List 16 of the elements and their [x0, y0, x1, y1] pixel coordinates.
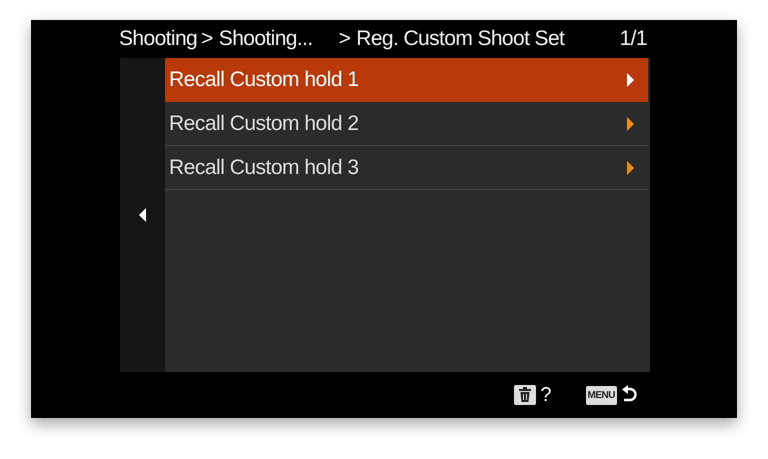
help-mark: ? — [540, 384, 552, 406]
right-arrow-icon — [627, 116, 634, 130]
left-arrow-icon[interactable] — [139, 208, 146, 222]
menu-item[interactable]: Recall Custom hold 3 — [165, 146, 648, 190]
breadcrumb-separator: > — [338, 27, 350, 51]
breadcrumb-item: Reg. Custom Shoot Set — [356, 27, 564, 51]
right-arrow-icon — [627, 72, 634, 86]
breadcrumb-separator: > — [201, 27, 213, 51]
right-arrow-icon — [627, 160, 634, 174]
menu-item[interactable]: Recall Custom hold 1 — [165, 58, 648, 102]
page-counter: 1/1 — [620, 27, 647, 51]
menu-item[interactable]: Recall Custom hold 2 — [165, 102, 648, 146]
breadcrumb-item: Shooting — [119, 27, 198, 51]
trash-key-icon — [514, 385, 536, 405]
breadcrumb-item: Shooting... — [218, 27, 313, 51]
menu-key: MENU — [586, 386, 617, 404]
